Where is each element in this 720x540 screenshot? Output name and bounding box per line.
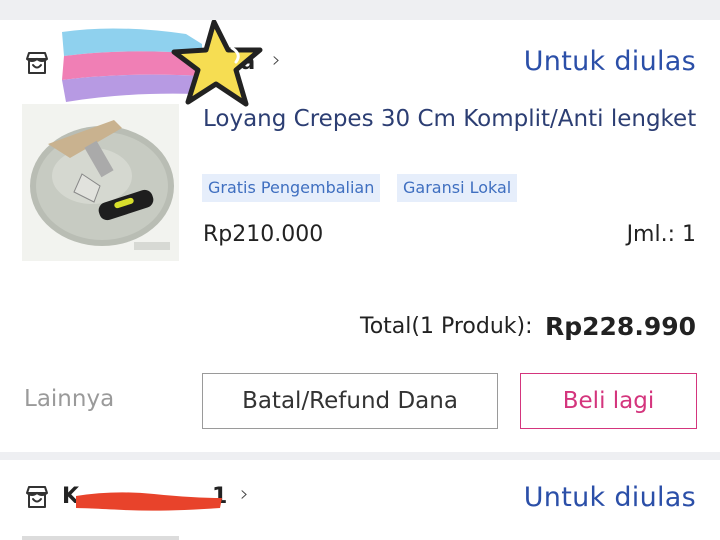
total-label: Total(1 Produk): — [360, 314, 533, 339]
crepe-pan-image — [22, 104, 179, 261]
cancel-refund-button[interactable]: Batal/Refund Dana — [202, 373, 498, 429]
order-card[interactable]: ya › Untuk diulas Loyang Crepes 30 Cm Ko… — [0, 20, 720, 452]
product-title[interactable]: Loyang Crepes 30 Cm Komplit/Anti lengket — [203, 106, 703, 132]
total-value: Rp228.990 — [544, 312, 696, 341]
product-price: Rp210.000 — [203, 222, 324, 247]
redaction-scribble — [76, 492, 222, 511]
product-quantity: Jml.: 1 — [626, 222, 696, 247]
badge-free-return: Gratis Pengembalian — [202, 174, 381, 202]
chevron-right-icon[interactable]: › — [240, 482, 249, 507]
more-button[interactable]: Lainnya — [24, 386, 114, 412]
product-image[interactable] — [22, 104, 179, 261]
order-card[interactable]: K 1 › Untuk diulas — [0, 460, 720, 540]
badge-local-warranty: Garansi Lokal — [397, 174, 518, 202]
store-icon — [26, 486, 48, 508]
buy-again-button[interactable]: Beli lagi — [520, 373, 697, 429]
redaction-sticker — [62, 20, 263, 107]
order-status: Untuk diulas — [523, 46, 696, 77]
order-status: Untuk diulas — [523, 482, 696, 513]
product-image-peek — [22, 536, 179, 540]
store-icon — [26, 52, 48, 74]
